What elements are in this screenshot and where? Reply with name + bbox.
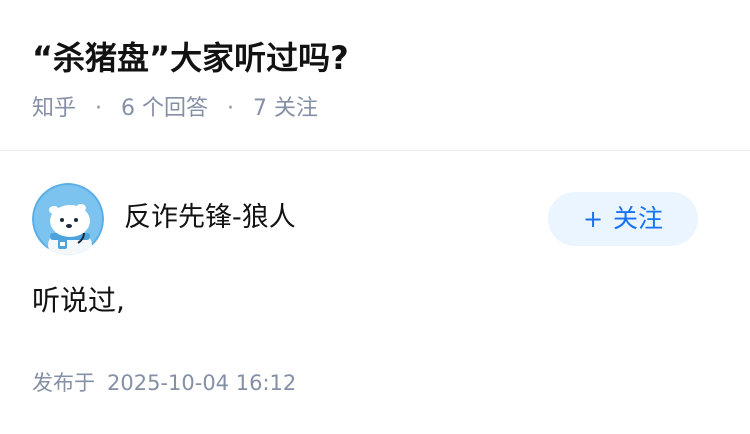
follow-button-label: 关注 <box>613 204 664 233</box>
plus-icon: + <box>582 205 604 233</box>
publish-info: 发布于 2025-10-04 16:12 <box>32 367 296 399</box>
meta-separator: · <box>227 96 235 121</box>
question-answer-page: “杀猪盘”大家听过吗? 知乎 · 6 个回答 · 7 关注 反诈先锋-狼人 + … <box>0 0 750 434</box>
answer-count-link[interactable]: 6 个回答 <box>121 96 215 121</box>
meta-separator: · <box>95 96 103 121</box>
follow-button[interactable]: + 关注 <box>548 192 698 246</box>
answer-content: 听说过, <box>32 284 125 317</box>
answer-count: 6 <box>121 96 136 121</box>
follower-count: 7 <box>253 96 268 121</box>
answer-count-label: 个回答 <box>142 96 209 121</box>
question-title[interactable]: “杀猪盘”大家听过吗? <box>32 36 349 80</box>
avatar[interactable] <box>32 183 104 255</box>
follower-count-link[interactable]: 7 关注 <box>253 96 318 121</box>
question-header: “杀猪盘”大家听过吗? 知乎 · 6 个回答 · 7 关注 <box>0 0 750 150</box>
publish-label: 发布于 <box>32 371 95 395</box>
author-name[interactable]: 反诈先锋-狼人 <box>124 199 296 237</box>
follower-count-label: 关注 <box>274 96 319 121</box>
source-label[interactable]: 知乎 <box>32 96 76 121</box>
publish-date: 2025-10-04 16:12 <box>107 371 297 395</box>
question-meta: 知乎 · 6 个回答 · 7 关注 <box>32 92 318 126</box>
answer-card: 反诈先锋-狼人 + 关注 听说过, 发布于 2025-10-04 16:12 <box>0 151 750 434</box>
polar-bear-avatar-icon <box>32 183 104 255</box>
